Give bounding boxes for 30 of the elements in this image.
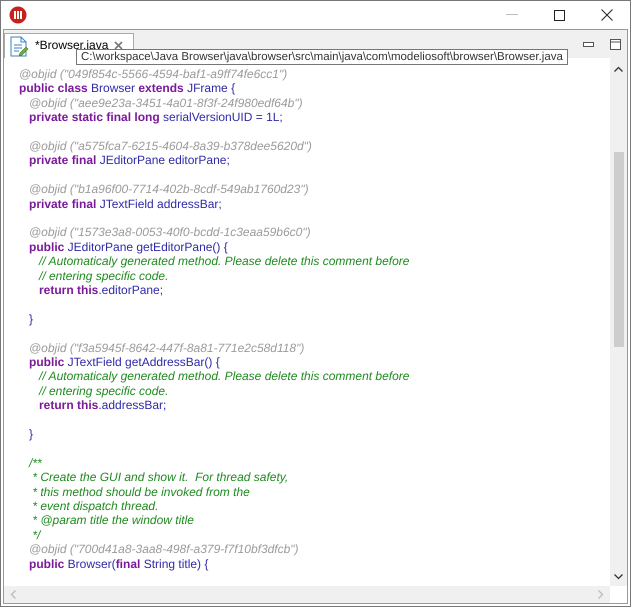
code-line: */	[31, 528, 42, 542]
code-line: @objid ("a575fca7-6215-4604-8a39-b378dee5620d")	[28, 139, 313, 154]
file-path-tooltip: C:\workspace\Java Browser\java\browser\src\main\java\com\modeliosoft\browser\Browser.java	[76, 49, 568, 65]
code-line: * this method should be invoked from the	[31, 484, 251, 500]
code-line: @objid ("b1a96f00-7714-402b-8cdf-549ab1760d23")	[28, 182, 310, 197]
code-line: @objid ("1573e3a8-0053-40f0-bcdd-1c3eaa59b6c0")	[28, 225, 312, 240]
code-line: public class Browser extends JFrame {	[19, 81, 236, 96]
code-line: public JTextField getAddressBar() {	[28, 355, 221, 370]
code-line: @objid ("aee9e23a-3451-4a01-8f3f-24f980edf64b")	[28, 96, 304, 110]
code-line: private final JTextField addressBar;	[28, 196, 223, 212]
code-line: // entering specific code.	[38, 268, 170, 284]
code-line: private static final long serialVersionUID = 1L;	[28, 110, 284, 125]
code-line: private final JEditorPane editorPane;	[28, 153, 231, 168]
code-line: * event dispatch thread.	[31, 499, 160, 514]
code-line: }	[28, 427, 34, 442]
code-line: /**	[28, 456, 43, 470]
code-line: // entering specific code.	[38, 384, 170, 398]
code-line: }	[28, 312, 34, 326]
tab-label: *Browser.java	[35, 38, 108, 52]
code-line: * Create the GUI and show it. For thread safety,	[31, 470, 290, 485]
code-line: return this.editorPane;	[38, 283, 164, 298]
code-line: @objid ("f3a5945f-8642-447f-8a81-771e2c58d118")	[28, 340, 306, 356]
code-line: return this.addressBar;	[38, 398, 168, 413]
code-line: public Browser(final String title) {	[28, 556, 210, 572]
code-line: @objid ("700d41a8-3aa8-498f-a379-f7f10bf3dfcb")	[28, 542, 300, 557]
code-line: // Automaticaly generated method. Please delete this comment before	[38, 369, 410, 384]
code-line: * @param title the window title	[31, 513, 195, 528]
code-line: // Automaticaly generated method. Please delete this comment before	[38, 254, 410, 269]
code-line: @objid ("049f854c-5566-4594-baf1-a9ff74fe6cc1")	[19, 67, 288, 82]
code-line: public JEditorPane getEditorPane() {	[28, 240, 229, 254]
